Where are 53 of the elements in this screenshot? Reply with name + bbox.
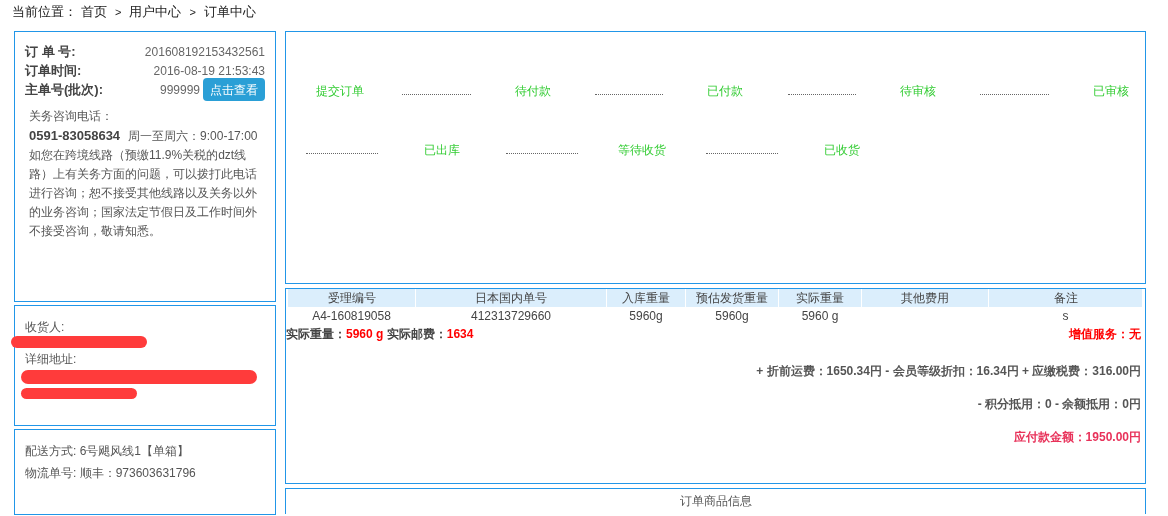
breadcrumb-link[interactable]: 用户中心	[129, 2, 182, 22]
table-cell: 5960g	[715, 309, 749, 323]
notice-text: 如您在跨境线路（预缴11.9%关税的dzt线路）上有关务方面的问题，可以拨打此电话进行咨询；恕不接受其他线路以及关务以外的业务咨询；国家法定节假日及工作时间外不接受咨询，敬请知悉。	[29, 147, 258, 240]
column-header: 入库重量	[607, 289, 685, 307]
progress-step: 已出库	[406, 141, 478, 159]
field-label: 订 单 号:	[25, 42, 76, 61]
dotted-separator	[506, 152, 578, 154]
shipping-text: 物流单号: 顺丰：973603631796	[25, 465, 197, 482]
column-header: 日本国内单号	[416, 289, 606, 307]
table-cell: 5960g	[629, 309, 663, 323]
panel-title: 订单商品信息	[679, 494, 752, 510]
dotted-separator	[402, 93, 471, 95]
breadcrumb-link[interactable]: 首页	[81, 2, 107, 22]
dotted-separator	[980, 93, 1049, 95]
breadcrumb-separator: >	[115, 4, 122, 20]
column-header: 受理编号	[288, 289, 415, 307]
table-cell: A4-160819058	[312, 309, 391, 323]
column-header: 预估发货重量	[686, 289, 778, 307]
progress-step: 已付款	[691, 82, 760, 100]
field-value: 2016-08-19 21:53:43	[153, 62, 265, 80]
progress-step: 已收货	[806, 141, 878, 159]
table-cell: 412313729660	[470, 309, 552, 323]
fee-text: - 积分抵用：0 - 余额抵用：0円	[977, 396, 1141, 413]
shipping-text: 配送方式: 6号飓风线1【单箱】	[25, 443, 190, 460]
progress-step: 已审核	[1076, 82, 1145, 100]
service-summary: 增值服务：无	[1069, 326, 1141, 343]
dotted-separator	[706, 152, 778, 154]
total-amount: 应付款金额：1950.00円	[1013, 429, 1141, 446]
hotline-label: 关务咨询电话：	[29, 108, 114, 125]
field-label: 订单时间:	[25, 61, 82, 80]
field-label: 主单号(批次):	[25, 80, 103, 99]
column-header: 其他费用	[862, 289, 988, 307]
fee-text: + 折前运费：1650.34円 - 会员等级折扣：16.34円 + 应缴税费：316.00円	[756, 363, 1141, 380]
field-value: 999999	[159, 81, 200, 99]
column-header: 备注	[989, 289, 1142, 307]
breadcrumb-label: 当前位置：	[12, 3, 77, 22]
table-cell: 5960 g	[801, 309, 839, 323]
dotted-separator	[787, 93, 856, 95]
weight-summary: 实际重量：5960 g 实际邮费：1634	[286, 326, 474, 343]
column-header: 实际重量	[779, 289, 861, 307]
progress-step: 提交订单	[306, 82, 375, 100]
progress-step: 等待收货	[606, 141, 678, 159]
field-label: 收货人:	[25, 319, 66, 336]
dotted-separator	[306, 152, 378, 154]
breadcrumb-link[interactable]: 订单中心	[203, 2, 256, 22]
field-value: 201608192153432561	[144, 43, 265, 61]
progress-step: 待付款	[498, 82, 567, 100]
dotted-separator	[595, 93, 664, 95]
table-cell: s	[1062, 309, 1069, 323]
field-label: 详细地址:	[25, 351, 78, 368]
progress-step: 待审核	[883, 82, 953, 100]
hotline-text: 0591-83058634 周一至周六：9:00-17:00	[29, 127, 259, 145]
breadcrumb-separator: >	[189, 4, 196, 20]
